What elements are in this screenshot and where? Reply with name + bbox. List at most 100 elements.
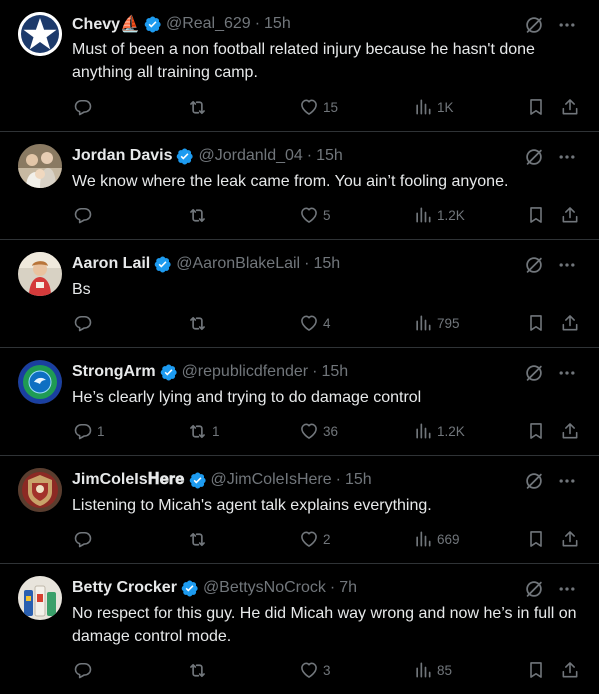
more-icon[interactable]: [557, 15, 577, 35]
avatar[interactable]: [18, 468, 62, 512]
tweet[interactable]: JimColeIs𝐇𝐞𝐫𝐞 @JimColeIsHere · 15h Liste…: [0, 456, 599, 564]
display-name[interactable]: JimColeIs𝐇𝐞𝐫𝐞: [72, 471, 185, 489]
handle[interactable]: @BettysNoCrock: [203, 579, 326, 597]
views-button[interactable]: 669: [413, 529, 460, 549]
timestamp[interactable]: 15h: [264, 15, 291, 33]
handle[interactable]: @AaronBlakeLail: [176, 255, 300, 273]
share-button[interactable]: [560, 313, 580, 333]
share-button[interactable]: [560, 421, 580, 441]
views-button[interactable]: 1.2K: [413, 205, 465, 225]
timestamp[interactable]: 15h: [345, 471, 372, 489]
avatar[interactable]: [18, 252, 62, 296]
grok-icon[interactable]: [523, 146, 545, 168]
like-count: 2: [323, 531, 331, 547]
crest-avatar-icon: [18, 468, 62, 512]
handle[interactable]: @JimColeIsHere: [211, 471, 332, 489]
view-count: 795: [437, 315, 460, 331]
share-button[interactable]: [560, 97, 580, 117]
display-name[interactable]: Betty Crocker: [72, 579, 177, 597]
grok-icon[interactable]: [523, 254, 545, 276]
retweet-button[interactable]: [187, 97, 212, 118]
retweet-button[interactable]: 1: [187, 421, 220, 442]
more-icon[interactable]: [557, 147, 577, 167]
family-photo-avatar-icon: [18, 144, 62, 188]
views-button[interactable]: 85: [413, 660, 452, 680]
heart-icon: [301, 315, 317, 331]
share-icon: [562, 315, 578, 331]
action-bar: 5 1.2K: [72, 203, 579, 227]
like-button[interactable]: 5: [299, 205, 331, 225]
display-name[interactable]: Aaron Lail: [72, 255, 150, 273]
heart-icon: [301, 662, 317, 678]
reply-icon: [74, 531, 92, 548]
tweet[interactable]: StrongArm @republicdfender · 15h He’s cl…: [0, 348, 599, 456]
star-avatar-icon: [18, 12, 62, 56]
like-button[interactable]: 36: [299, 421, 338, 441]
views-button[interactable]: 1.2K: [413, 421, 465, 441]
share-button[interactable]: [560, 205, 580, 225]
analytics-icon: [416, 99, 431, 115]
retweet-button[interactable]: [187, 660, 212, 681]
heart-icon: [301, 99, 317, 115]
views-button[interactable]: 795: [413, 313, 460, 333]
more-icon[interactable]: [557, 255, 577, 275]
tweet-text: Must of been a non football related inju…: [72, 41, 535, 81]
reply-button[interactable]: [73, 97, 97, 117]
more-icon[interactable]: [557, 363, 577, 383]
timestamp[interactable]: 15h: [313, 255, 340, 273]
bookmark-icon: [530, 99, 542, 115]
avatar[interactable]: [18, 360, 62, 404]
bookmark-button[interactable]: [526, 205, 546, 225]
timestamp[interactable]: 7h: [339, 579, 357, 597]
tweet[interactable]: Chevy⛵ @Real_629 · 15h Must of been a no…: [0, 0, 599, 132]
share-button[interactable]: [560, 529, 580, 549]
like-button[interactable]: 15: [299, 97, 338, 117]
bookmark-button[interactable]: [526, 97, 546, 117]
like-button[interactable]: 3: [299, 660, 331, 680]
reply-button[interactable]: [73, 205, 97, 225]
reply-button[interactable]: [73, 313, 97, 333]
tweet-text: No respect for this guy. He did Micah wa…: [72, 605, 577, 645]
handle[interactable]: @Jordanld_04: [198, 147, 302, 165]
handle[interactable]: @Real_629: [166, 15, 251, 33]
share-button[interactable]: [560, 660, 580, 680]
avatar[interactable]: [18, 144, 62, 188]
reply-button[interactable]: [73, 660, 97, 680]
reply-count: 1: [97, 423, 105, 439]
top-icons: [523, 146, 577, 168]
display-name[interactable]: Chevy⛵: [72, 14, 140, 34]
grok-icon[interactable]: [523, 362, 545, 384]
like-button[interactable]: 2: [299, 529, 331, 549]
tweet-header: Jordan Davis @Jordanld_04 · 15h: [72, 145, 343, 167]
display-name[interactable]: StrongArm: [72, 363, 156, 381]
retweet-button[interactable]: [187, 205, 212, 226]
grok-icon[interactable]: [523, 578, 545, 600]
bookmark-button[interactable]: [526, 660, 546, 680]
bookmark-button[interactable]: [526, 529, 546, 549]
bookmark-button[interactable]: [526, 421, 546, 441]
avatar[interactable]: [18, 576, 62, 620]
tweet[interactable]: Jordan Davis @Jordanld_04 · 15h We know …: [0, 132, 599, 240]
bookmark-icon: [530, 207, 542, 223]
tweet[interactable]: Aaron Lail @AaronBlakeLail · 15h Bs 4 79…: [0, 240, 599, 348]
grok-icon[interactable]: [523, 470, 545, 492]
reply-button[interactable]: 1: [73, 421, 105, 441]
views-button[interactable]: 1K: [413, 97, 454, 117]
tweet-text: He’s clearly lying and trying to do dama…: [72, 389, 422, 406]
bookmark-button[interactable]: [526, 313, 546, 333]
timestamp[interactable]: 15h: [321, 363, 348, 381]
emblem-avatar-icon: [18, 360, 62, 404]
display-name[interactable]: Jordan Davis: [72, 147, 172, 165]
retweet-button[interactable]: [187, 313, 212, 334]
like-button[interactable]: 4: [299, 313, 331, 333]
handle[interactable]: @republicdfender: [182, 363, 309, 381]
tweet[interactable]: Betty Crocker @BettysNoCrock · 7h No res…: [0, 564, 599, 694]
more-icon[interactable]: [557, 471, 577, 491]
avatar[interactable]: [18, 12, 62, 56]
more-icon[interactable]: [557, 579, 577, 599]
grok-icon[interactable]: [523, 14, 545, 36]
view-count: 1K: [437, 99, 454, 115]
retweet-button[interactable]: [187, 529, 212, 550]
timestamp[interactable]: 15h: [316, 147, 343, 165]
reply-button[interactable]: [73, 529, 97, 549]
